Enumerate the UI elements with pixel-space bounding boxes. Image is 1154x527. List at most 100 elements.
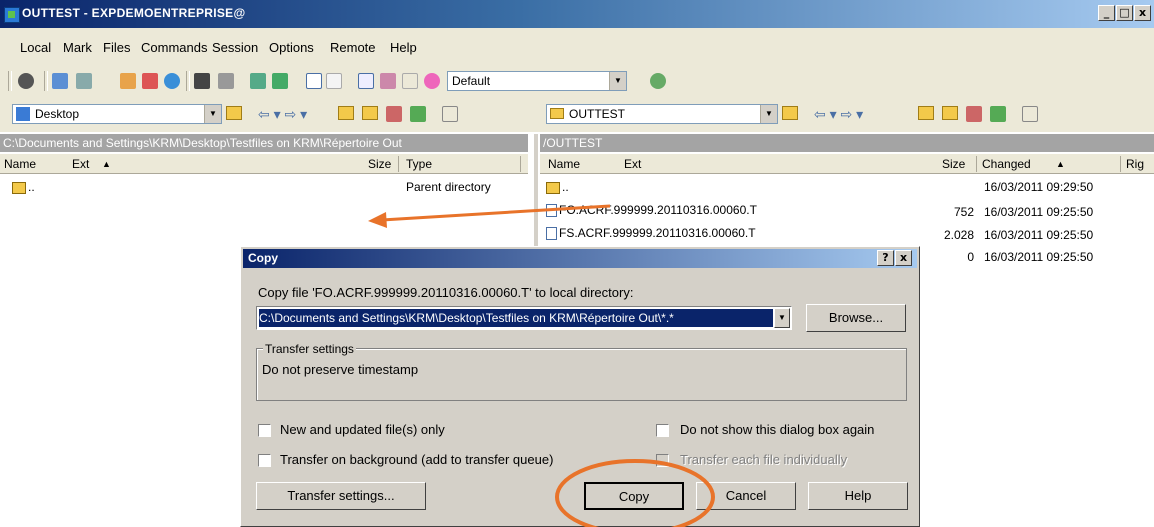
col-size[interactable]: Size xyxy=(368,157,391,171)
menu-remote[interactable]: Remote xyxy=(330,40,376,55)
window-title-bar: OUTTEST - EXPDEMOENTREPRISE@ _ □ x xyxy=(0,0,1154,28)
clear-icon[interactable] xyxy=(402,73,418,89)
col-ext[interactable]: Ext xyxy=(72,157,89,171)
col-name[interactable]: Name xyxy=(548,157,580,171)
open-folder-icon[interactable] xyxy=(226,106,242,120)
menu-options[interactable]: Options xyxy=(269,40,314,55)
browse-button[interactable]: Browse... xyxy=(806,304,906,332)
refresh-icon[interactable] xyxy=(164,73,180,89)
transfer-settings-button[interactable]: Transfer settings... xyxy=(256,482,426,510)
left-path-bar: C:\Documents and Settings\KRM\Desktop\Te… xyxy=(0,134,528,152)
row-changed: 16/03/2011 09:25:50 xyxy=(984,228,1094,242)
transfer-profile-select[interactable]: Default ▼ xyxy=(447,71,627,91)
menu-session[interactable]: Session xyxy=(212,40,258,55)
row-size: 0 xyxy=(967,250,974,264)
col-name[interactable]: Name xyxy=(4,157,36,171)
help-button[interactable]: Help xyxy=(808,482,908,510)
copy-prompt: Copy file 'FO.ACRF.999999.20110316.00060… xyxy=(258,285,634,300)
menu-help[interactable]: Help xyxy=(390,40,417,55)
row-size: 2.028 xyxy=(943,228,974,242)
filter-icon[interactable] xyxy=(358,73,374,89)
dont-show-label: Do not show this dialog box again xyxy=(680,422,875,437)
main-toolbar: Default ▼ xyxy=(0,66,1154,96)
table-row[interactable]: .. xyxy=(12,180,35,194)
row-changed: 16/03/2011 09:29:50 xyxy=(984,180,1094,194)
transfer-summary: Do not preserve timestamp xyxy=(262,362,419,377)
console-icon[interactable] xyxy=(76,73,92,89)
globe-icon[interactable] xyxy=(650,73,666,89)
window-title: OUTTEST - EXPDEMOENTREPRISE@ xyxy=(22,6,246,20)
dont-show-checkbox[interactable] xyxy=(656,424,669,437)
col-ext[interactable]: Ext xyxy=(624,157,641,171)
parent-dir-icon[interactable] xyxy=(918,106,934,120)
close-button[interactable]: x xyxy=(1134,5,1151,21)
chevron-down-icon: ▼ xyxy=(609,72,626,90)
local-panel-icon[interactable] xyxy=(52,73,68,89)
background-checkbox[interactable] xyxy=(258,454,271,467)
panel-toolbars: Desktop ▼ ⇦ ▾ ⇨ ▾ OUTTEST ▼ ⇦ ▾ ⇨ ▾ xyxy=(0,96,1154,132)
dialog-close-button[interactable]: x xyxy=(895,250,912,266)
menu-mark[interactable]: Mark xyxy=(63,40,92,55)
dialog-help-button[interactable]: ? xyxy=(877,250,894,266)
background-label: Transfer on background (add to transfer … xyxy=(280,452,554,467)
left-nav-arrows-icon[interactable]: ⇦ ▾ ⇨ ▾ xyxy=(258,106,307,123)
dialog-title-bar: Copy ? x xyxy=(243,249,917,268)
desktop-icon xyxy=(16,107,30,121)
open-folder-icon[interactable] xyxy=(782,106,798,120)
app-icon xyxy=(4,7,20,23)
home-icon[interactable] xyxy=(966,106,982,122)
queue-icon[interactable] xyxy=(250,73,266,89)
parent-folder-icon xyxy=(12,181,26,194)
right-nav-arrows-icon[interactable]: ⇦ ▾ ⇨ ▾ xyxy=(814,106,863,123)
root-dir-icon[interactable] xyxy=(362,106,378,120)
putty-icon[interactable] xyxy=(218,73,234,89)
tree-icon[interactable] xyxy=(1022,106,1038,122)
transfer-mode-icon[interactable] xyxy=(424,73,440,89)
preferences-gear-icon[interactable] xyxy=(18,73,34,89)
col-rights[interactable]: Rig xyxy=(1126,157,1144,171)
minimize-button[interactable]: _ xyxy=(1098,5,1115,21)
home-icon[interactable] xyxy=(386,106,402,122)
transfer-group-label: Transfer settings xyxy=(263,342,356,356)
sync-icon[interactable] xyxy=(142,73,158,89)
root-dir-icon[interactable] xyxy=(942,106,958,120)
refresh-panel-icon[interactable] xyxy=(990,106,1006,122)
select-minus-icon[interactable] xyxy=(326,73,342,89)
target-path-value: C:\Documents and Settings\KRM\Desktop\Te… xyxy=(259,309,773,327)
annotation-arrow-icon xyxy=(368,204,611,228)
row-changed: 16/03/2011 09:25:50 xyxy=(984,205,1094,219)
col-changed[interactable]: Changed xyxy=(982,157,1031,171)
annotation-circle-icon xyxy=(555,459,715,527)
target-path-input[interactable]: C:\Documents and Settings\KRM\Desktop\Te… xyxy=(256,306,792,330)
invert-icon[interactable] xyxy=(380,73,396,89)
terminal-icon[interactable] xyxy=(194,73,210,89)
chevron-down-icon[interactable]: ▼ xyxy=(774,308,790,328)
col-size[interactable]: Size xyxy=(942,157,965,171)
new-updated-label: New and updated file(s) only xyxy=(280,422,445,437)
row-changed: 16/03/2011 09:25:50 xyxy=(984,250,1094,264)
sort-asc-icon: ▲ xyxy=(1056,159,1065,169)
folder-icon xyxy=(550,108,564,119)
right-location-select[interactable]: OUTTEST ▼ xyxy=(546,104,778,124)
select-plus-icon[interactable] xyxy=(306,73,322,89)
maximize-button[interactable]: □ xyxy=(1116,5,1133,21)
binoculars-icon[interactable] xyxy=(272,73,288,89)
new-updated-checkbox[interactable] xyxy=(258,424,271,437)
menu-local[interactable]: Local xyxy=(20,40,51,55)
compare-dirs-icon[interactable] xyxy=(120,73,136,89)
row-size: 752 xyxy=(953,205,974,219)
right-path-bar: /OUTTEST xyxy=(540,134,1154,152)
tree-icon[interactable] xyxy=(442,106,458,122)
left-location-select[interactable]: Desktop ▼ xyxy=(12,104,222,124)
chevron-down-icon: ▼ xyxy=(204,105,221,123)
menu-commands[interactable]: Commands xyxy=(141,40,207,55)
right-column-header: Name Ext Size Changed ▲ Rig xyxy=(540,154,1154,174)
refresh-panel-icon[interactable] xyxy=(410,106,426,122)
col-type[interactable]: Type xyxy=(406,157,432,171)
left-column-header: Name Ext ▲ Size Type xyxy=(0,154,528,174)
parent-dir-icon[interactable] xyxy=(338,106,354,120)
dialog-title: Copy xyxy=(248,251,278,265)
menu-files[interactable]: Files xyxy=(103,40,130,55)
chevron-down-icon: ▼ xyxy=(760,105,777,123)
sort-asc-icon: ▲ xyxy=(102,159,111,169)
